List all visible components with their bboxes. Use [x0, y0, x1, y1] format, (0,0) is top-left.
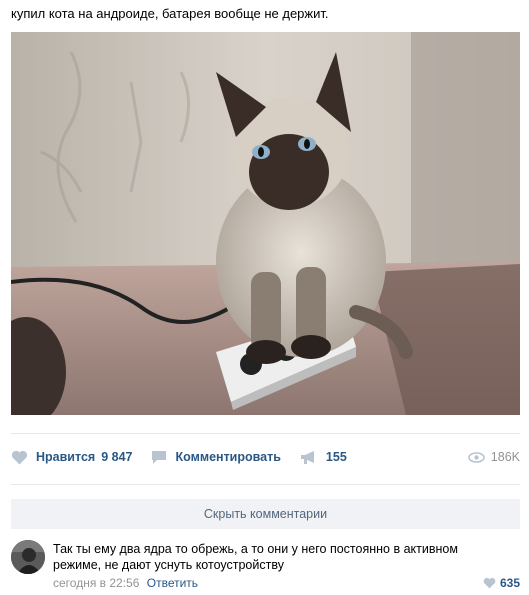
eye-icon [467, 451, 485, 463]
heart-icon [483, 577, 496, 589]
avatar[interactable] [11, 540, 45, 574]
comment-button[interactable]: Комментировать [151, 450, 281, 465]
views-counter: 186K [467, 444, 520, 470]
comment-text: Так ты ему два ядра то обрежь, а то они … [53, 542, 458, 572]
heart-icon [11, 450, 28, 464]
comment-item: Так ты ему два ядра то обрежь, а то они … [11, 540, 520, 592]
comment-icon [152, 450, 167, 464]
cat-photo-image [11, 32, 520, 415]
avatar-image [11, 540, 45, 574]
comment-time[interactable]: сегодня в 22:56 [53, 576, 139, 590]
like-count: 9 847 [101, 450, 133, 464]
comment-label: Комментировать [175, 450, 281, 464]
reply-link[interactable]: Ответить [147, 576, 198, 590]
megaphone-icon [300, 450, 314, 464]
divider-bottom [11, 484, 520, 485]
comment-meta: сегодня в 22:56 Ответить [53, 576, 198, 590]
like-button[interactable]: Нравится 9 847 [11, 450, 132, 465]
post-text: купил кота на андроиде, батарея вообще н… [11, 6, 329, 21]
share-button[interactable]: 155 [300, 450, 347, 465]
divider-top [11, 433, 520, 434]
comment-like-count: 635 [499, 576, 520, 590]
hide-comments-button[interactable]: Скрыть комментарии [11, 499, 520, 529]
like-label: Нравится [36, 450, 96, 464]
post-photo[interactable] [11, 32, 520, 415]
views-count: 186K [490, 450, 520, 464]
post-actions-bar: Нравится 9 847 Комментировать 155 186K [11, 444, 520, 470]
comment-like-button[interactable]: 635 [483, 576, 520, 590]
share-count: 155 [325, 450, 347, 464]
